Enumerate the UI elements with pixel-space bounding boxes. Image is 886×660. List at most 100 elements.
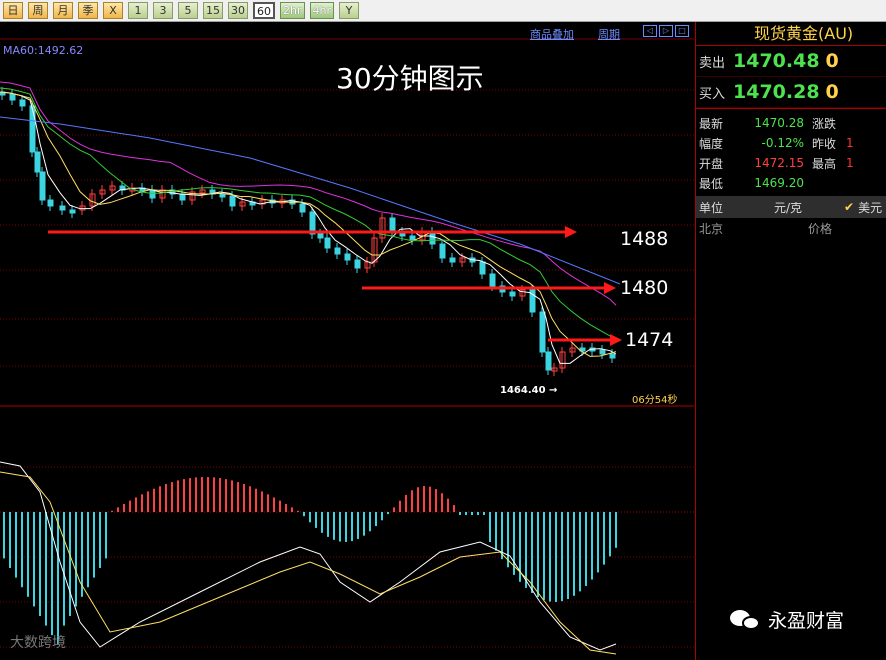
level-label-1480: 1480 [620,277,669,299]
period-button-1[interactable]: 周 [28,2,48,19]
candle-body [19,99,26,107]
candle-body [409,235,416,241]
candle-body [34,151,41,173]
candle-body [9,93,16,101]
candle-body [429,231,436,245]
candle-body [39,171,46,201]
candle-body [219,193,226,198]
candle-body [59,205,66,211]
candle-body [609,353,616,359]
countdown-timer: 06分54秒 [632,395,678,406]
level-label-1488: 1488 [620,228,669,250]
price-header: 价格 [808,221,833,236]
scroll-right-icon[interactable]: ▷ [659,25,673,37]
unit-label: 单位 [699,200,724,215]
price-header-row: 北京 价格 [696,218,886,238]
stat-key: 开盘 [699,156,724,171]
macd-dea-line [0,471,617,655]
candlestick-chart[interactable]: 商品叠加 周期 ◁ ▷ □ MA60:1492.62 30分钟图示 1488 1… [0,22,694,660]
scroll-left-icon[interactable]: ◁ [643,25,657,37]
stats-row: 最低 1469.20 [696,173,886,193]
stat-value-2: 1 [846,136,854,150]
stat-value-2: 1 [846,156,854,170]
period-button-8[interactable]: 15 [203,2,223,19]
candle-body [509,291,516,297]
stats-row: 幅度 -0.12% 昨收 1 [696,133,886,153]
candle-body [599,349,606,355]
unit-value: 元/克 [773,200,803,215]
period-link[interactable]: 周期 [598,26,620,42]
macd-dif-line [0,461,617,651]
stat-value: 1472.15 [754,156,804,170]
sell-row[interactable]: 卖出 1470.48 0 [696,46,886,77]
stat-value: 1470.28 [754,116,804,130]
arrow-1474-head [610,334,622,346]
candle-body [69,209,76,214]
ma60-label: MA60:1492.62 [3,44,84,57]
sell-price: 1470.48 [733,50,820,72]
stat-key-2: 最高 [812,156,837,171]
sell-volume: 0 [825,50,839,72]
period-button-4[interactable]: X [103,2,123,19]
candle-body [545,351,552,371]
arrow-1480-head [604,282,616,294]
stats-row: 最新 1470.28 涨跌 [696,113,886,133]
candle-body [539,311,546,353]
period-button-13[interactable]: Y [339,2,359,19]
buy-volume: 0 [825,81,839,103]
period-button-10[interactable]: 60 [253,2,275,19]
period-button-0[interactable]: 日 [3,2,23,19]
candle-body [47,199,54,207]
candle-body [334,247,341,255]
quote-panel: 现货黄金(AU) 卖出 1470.48 0 买入 1470.28 0 最新 147… [695,22,886,660]
stat-key: 幅度 [699,136,724,151]
buy-label: 买入 [699,86,726,102]
overlay-link[interactable]: 商品叠加 [530,26,574,42]
instrument-title: 现货黄金(AU) [696,22,886,46]
candle-body [354,259,361,269]
period-button-12[interactable]: 4hr [309,2,334,19]
period-button-9[interactable]: 30 [228,2,248,19]
watermark-text: 永盈财富 [768,610,845,632]
buy-price: 1470.28 [733,81,820,103]
candle-body [149,189,156,199]
candle-body [389,217,396,233]
period-button-6[interactable]: 3 [153,2,173,19]
candle-body [449,257,456,263]
candle-body [179,193,186,201]
period-button-2[interactable]: 月 [53,2,73,19]
buy-row[interactable]: 买入 1470.28 0 [696,77,886,108]
stats-row: 开盘 1472.15 最高 1 [696,153,886,173]
unit-row: 单位 元/克 ✔ 美元 [696,196,886,218]
source-logo: 大数跨境 [10,635,66,651]
period-button-5[interactable]: 1 [128,2,148,19]
ma-line-white [0,91,617,364]
stat-key-2: 昨收 [812,136,837,151]
fullscreen-icon[interactable]: □ [675,25,689,37]
check-icon[interactable]: ✔ [844,200,854,214]
ma-line-blue [0,116,621,285]
period-button-7[interactable]: 5 [178,2,198,19]
arrow-1488-head [565,226,577,238]
candle-body [317,233,324,239]
stat-key-2: 涨跌 [812,116,837,131]
stat-key: 最低 [699,176,724,191]
period-toolbar: 日周月季 X 1 3 5 15 30 60 2hr 4hr Y [0,0,886,22]
level-label-1474: 1474 [625,329,674,351]
candle-body [344,253,351,261]
period-button-11[interactable]: 2hr [280,2,305,19]
currency-label: 美元 [858,200,883,215]
candle-body [299,203,306,213]
watermark: 永盈财富 [730,606,844,633]
stats-table: 最新 1470.28 涨跌 幅度 -0.12% 昨收 1 开盘 1472.15 最高 1 最低 1469… [696,108,886,193]
stat-value: -0.12% [761,136,804,150]
wechat-icon [730,608,762,632]
period-button-3[interactable]: 季 [78,2,98,19]
candle-body [489,273,496,287]
location-header: 北京 [699,221,724,236]
chart-canvas [0,38,694,655]
sell-label: 卖出 [699,55,726,71]
stat-value: 1469.20 [754,176,804,190]
ma-line-green [0,87,617,343]
chart-title: 30分钟图示 [336,62,484,95]
